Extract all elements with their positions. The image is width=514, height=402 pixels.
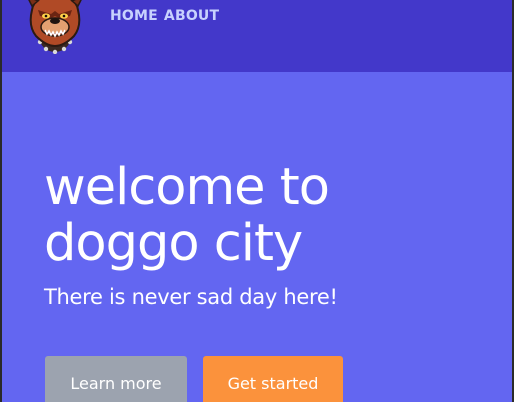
main-nav: HOME ABOUT <box>110 8 219 24</box>
nav-link-home[interactable]: HOME <box>110 8 158 24</box>
bulldog-logo-icon[interactable] <box>24 0 86 55</box>
get-started-button[interactable]: Get started <box>203 356 343 402</box>
hero-title-line-1: welcome to <box>44 158 330 217</box>
hero-subtitle: There is never sad day here! <box>44 285 338 309</box>
learn-more-button[interactable]: Learn more <box>45 356 187 402</box>
hero-title-line-2: doggo city <box>44 214 303 273</box>
hero-title: welcome to doggo city <box>44 160 484 272</box>
navbar: HOME ABOUT <box>2 0 512 72</box>
nav-link-about[interactable]: ABOUT <box>164 8 219 24</box>
landing-page: HOME ABOUT welcome to doggo city There i… <box>0 0 512 402</box>
hero-section: welcome to doggo city There is never sad… <box>44 160 484 310</box>
hero-actions: Learn more Get started <box>45 356 343 402</box>
bulldog-mascot-icon <box>28 0 82 55</box>
